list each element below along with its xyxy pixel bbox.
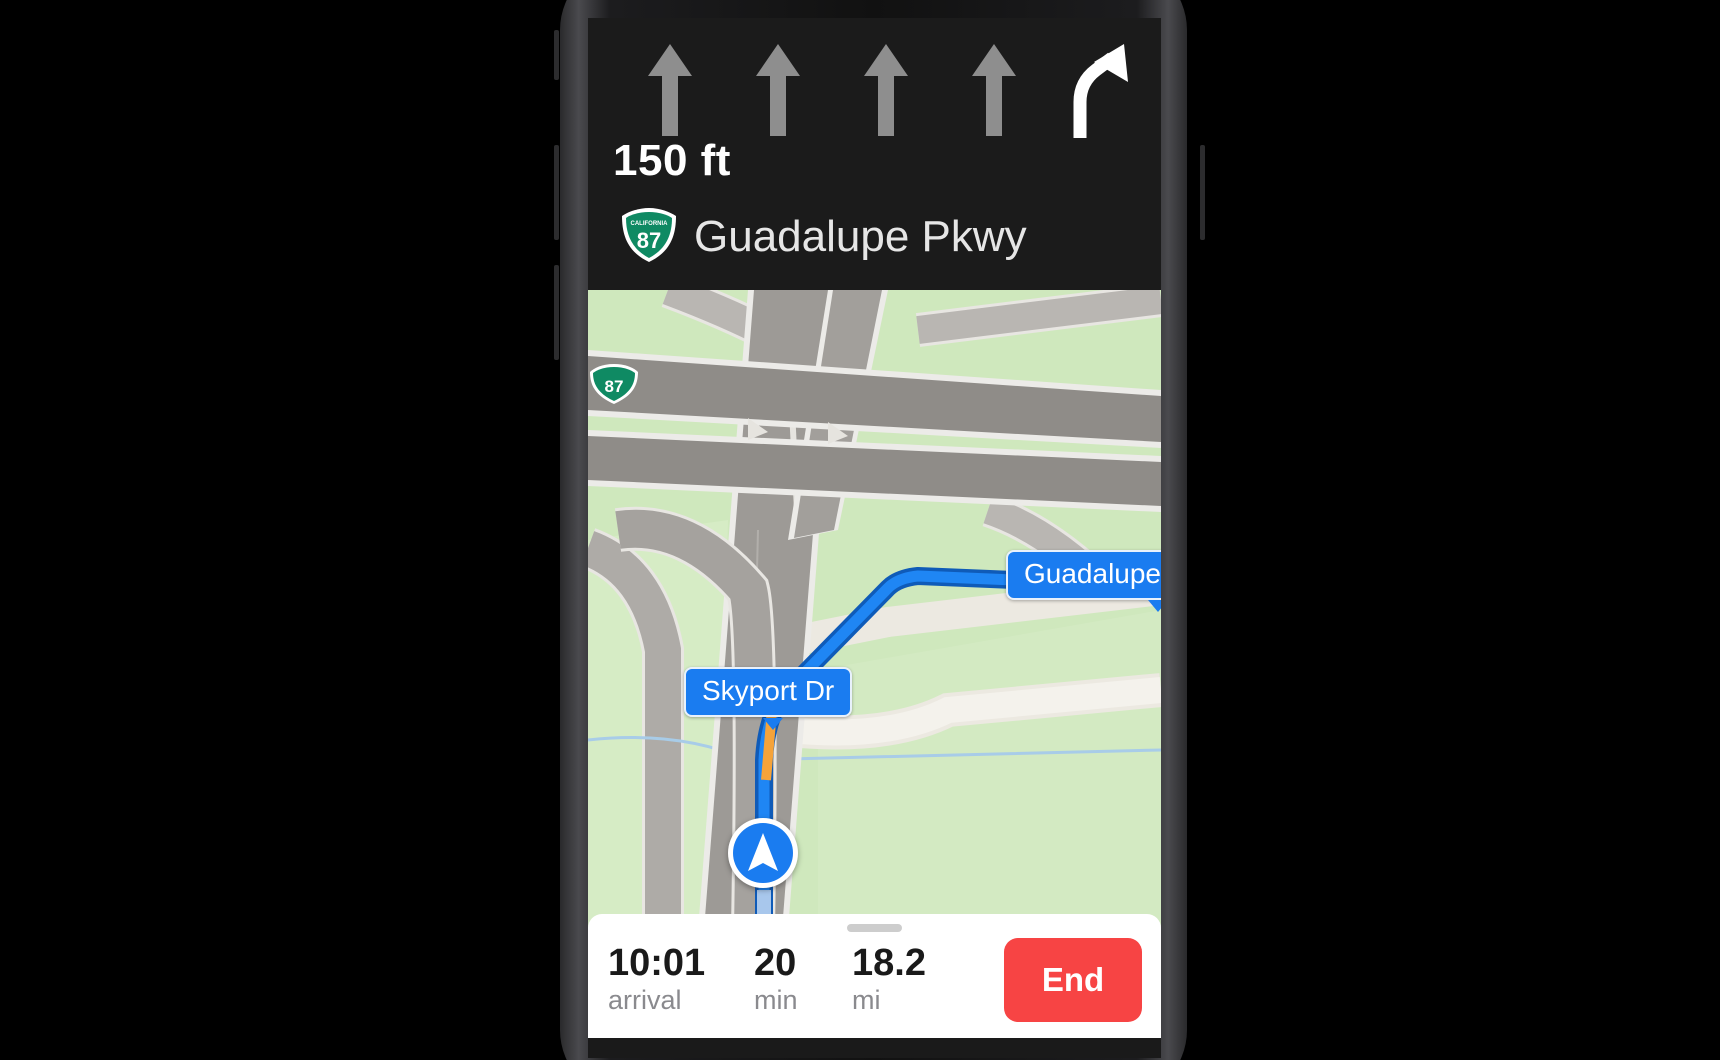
svg-text:87: 87 xyxy=(605,377,624,396)
distance-stat: 18.2 mi xyxy=(852,942,926,1016)
map-canvas: 87 xyxy=(588,290,1161,930)
trip-summary-tray[interactable]: 10:01 arrival 20 min 18.2 mi End xyxy=(588,914,1161,1038)
lane-1-straight-arrow-icon xyxy=(640,40,700,140)
duration-label: min xyxy=(754,985,798,1015)
callout-next-street-tail xyxy=(1148,600,1161,612)
distance-label: mi xyxy=(852,985,881,1015)
maneuver-street-name: Guadalupe Pkwy xyxy=(694,212,1027,261)
distance-value: 18.2 xyxy=(852,942,926,984)
duration-value: 20 xyxy=(754,942,797,984)
callout-current-street-tail xyxy=(763,718,783,730)
california-route-shield-icon: CALIFORNIA 87 xyxy=(618,206,680,269)
volume-down-button xyxy=(554,265,559,360)
maneuver-distance: 150 ft xyxy=(613,136,731,185)
maneuver-street-row: CALIFORNIA 87 Guadalupe Pkwy xyxy=(618,204,1027,270)
lane-5-bear-right-arrow-icon xyxy=(1066,40,1146,140)
arrival-stat: 10:01 arrival xyxy=(608,942,705,1016)
arrival-label: arrival xyxy=(608,985,682,1015)
phone-screen: 150 ft CALIFORNIA 87 Guadalupe Pkwy 87 G… xyxy=(588,18,1161,1058)
end-route-button[interactable]: End xyxy=(1004,938,1142,1022)
location-heading-icon xyxy=(733,823,793,883)
volume-up-button xyxy=(554,145,559,240)
power-button xyxy=(1200,145,1205,240)
shield-route-number: 87 xyxy=(637,228,661,253)
callout-current-street-label: Skyport Dr xyxy=(702,675,835,706)
lane-guidance xyxy=(618,40,1138,140)
lane-3-straight-arrow-icon xyxy=(856,40,916,140)
callout-next-street[interactable]: Guadalupe xyxy=(1006,550,1161,600)
duration-stat: 20 min xyxy=(754,942,798,1016)
arrival-time: 10:01 xyxy=(608,942,706,984)
user-location-puck[interactable] xyxy=(728,818,798,888)
map-view[interactable]: 87 Guadalupe Skyport Dr xyxy=(588,290,1161,930)
mute-switch xyxy=(554,30,559,80)
shield-state-text: CALIFORNIA xyxy=(631,221,669,227)
callout-next-street-label: Guadalupe xyxy=(1024,558,1161,589)
stage: 150 ft CALIFORNIA 87 Guadalupe Pkwy 87 G… xyxy=(0,0,1720,1060)
guidance-banner[interactable]: 150 ft CALIFORNIA 87 Guadalupe Pkwy xyxy=(588,18,1161,290)
tray-grabber-handle[interactable] xyxy=(847,924,902,932)
lane-2-straight-arrow-icon xyxy=(748,40,808,140)
lane-4-straight-arrow-icon xyxy=(964,40,1024,140)
callout-current-street[interactable]: Skyport Dr xyxy=(684,667,853,717)
